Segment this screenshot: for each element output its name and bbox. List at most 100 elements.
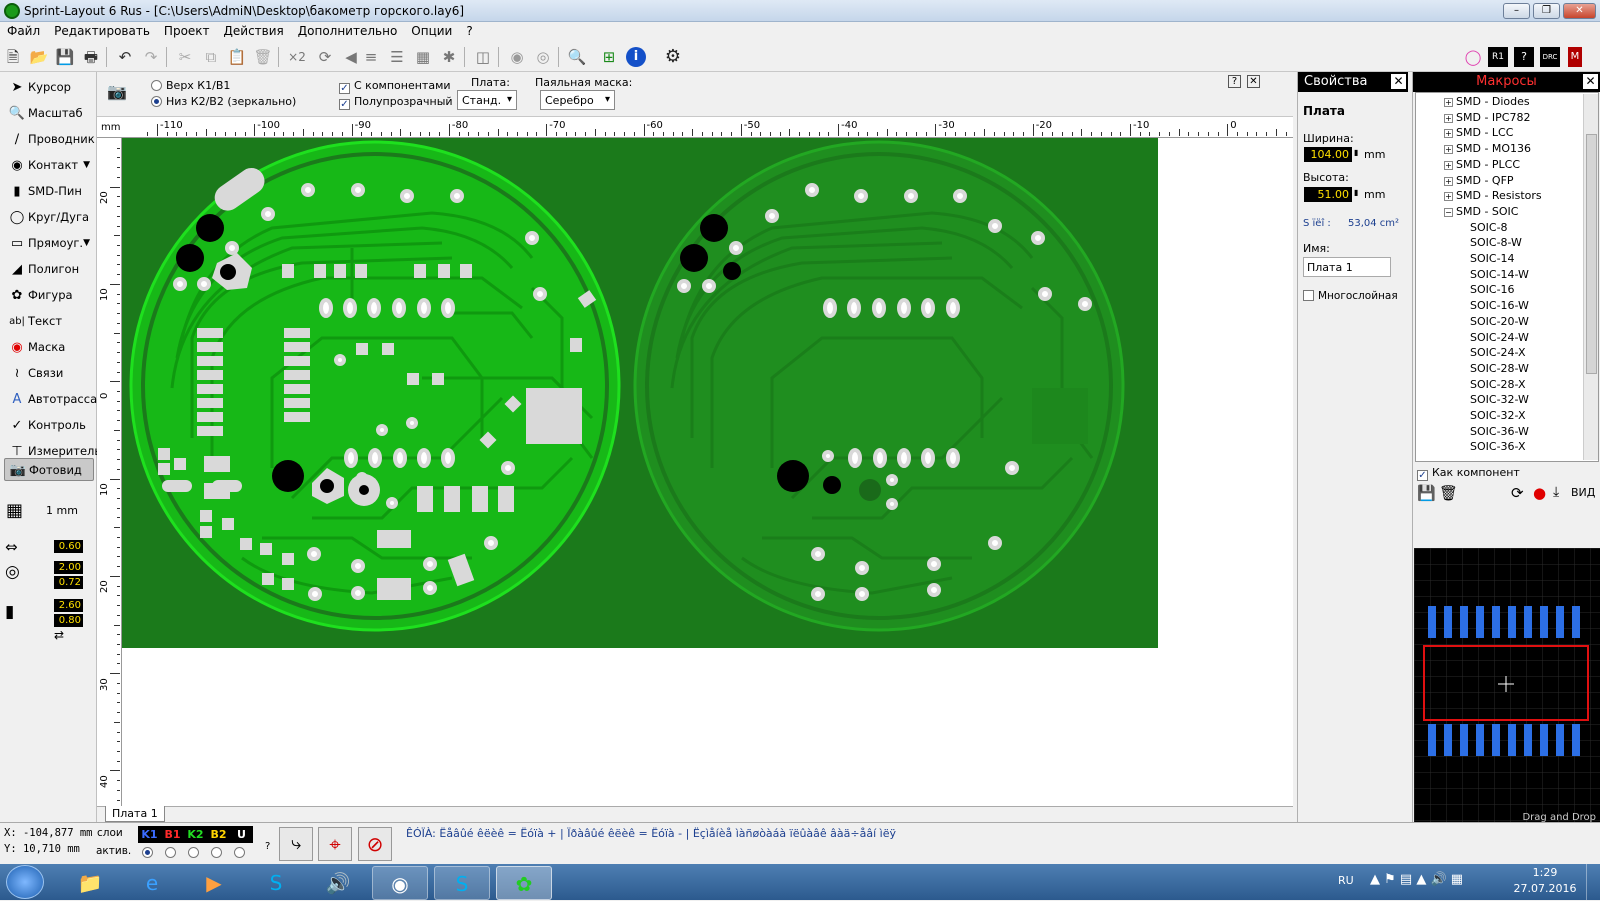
circle-tool-icon[interactable]: ◯	[1462, 46, 1484, 68]
pad-inner-value[interactable]: 0.72	[54, 576, 83, 589]
ie-browser-icon[interactable]: e	[124, 866, 180, 900]
clock-date[interactable]: 27.07.2016	[1512, 882, 1578, 895]
smd-height-value[interactable]: 0.80	[54, 614, 83, 627]
menu-project[interactable]: Проект	[157, 22, 217, 38]
settings-gear-icon[interactable]: ⚙	[662, 46, 684, 68]
duplicate-button[interactable]: ×2	[286, 46, 308, 68]
maximize-button[interactable]: ❐	[1533, 3, 1560, 19]
tree-scrollbar[interactable]	[1583, 94, 1598, 460]
close-button[interactable]: ✕	[1563, 3, 1596, 19]
rotate-macro-icon[interactable]: ⟳	[1511, 484, 1524, 502]
menu-extra[interactable]: Дополнительно	[291, 22, 405, 38]
macro-leaf[interactable]: SOIC-16	[1470, 283, 1515, 296]
distribute-icon[interactable]: ☰	[386, 46, 408, 68]
side-bottom-radio[interactable]: Низ К2/В2 (зеркально)	[151, 95, 296, 108]
tool-circle[interactable]: ◯ Круг/Дуга	[4, 206, 94, 229]
semi-transparent-checkbox[interactable]: ✓ Полупрозрачный	[339, 95, 453, 110]
group-icon[interactable]: ▦	[412, 46, 434, 68]
macro-leaf[interactable]: SOIC-24-W	[1470, 331, 1529, 344]
route-mode-icon[interactable]: ⤷	[279, 827, 313, 861]
print-icon[interactable]: 🖶	[80, 46, 102, 68]
with-components-checkbox[interactable]: ✓ С компонентами	[339, 79, 451, 94]
macro-folder[interactable]: + SMD - QFP	[1444, 174, 1514, 187]
expand-icon[interactable]: +	[1444, 160, 1453, 170]
tool-autoroute[interactable]: A Автотрасса	[4, 388, 98, 411]
menu-help[interactable]: ?	[459, 22, 479, 38]
active-b2-radio[interactable]	[211, 847, 222, 858]
macro-leaf[interactable]: SOIC-14	[1470, 252, 1515, 265]
board-name-field[interactable]: Плата 1	[1303, 257, 1391, 277]
tool-test[interactable]: ✓ Контроль	[4, 414, 94, 437]
macro-leaf[interactable]: SOIC-32-W	[1470, 393, 1529, 406]
width-spinner[interactable]: ▮	[1354, 148, 1358, 157]
language-indicator[interactable]: RU	[1338, 874, 1354, 887]
macro-leaf[interactable]: SOIC-16-W	[1470, 299, 1529, 312]
sound-app-icon[interactable]: 🔊	[310, 866, 366, 900]
expand-icon[interactable]: +	[1444, 192, 1453, 202]
layer-k2[interactable]: K2	[184, 826, 207, 843]
layer-k1[interactable]: K1	[138, 826, 161, 843]
delete-icon[interactable]: 🗑	[252, 46, 274, 68]
macro-folder[interactable]: + SMD - MO136	[1444, 142, 1531, 155]
record-icon[interactable]: ●	[1533, 484, 1546, 502]
paste-icon[interactable]: 📋	[226, 46, 248, 68]
delete-macro-icon[interactable]: 🗑	[1439, 484, 1458, 502]
show-desktop-button[interactable]	[1586, 864, 1600, 900]
tool-figure[interactable]: ✿ Фигура	[4, 284, 94, 307]
info-icon[interactable]: i	[626, 47, 646, 67]
tab-board-1[interactable]: Плата 1	[105, 806, 165, 822]
tool-cursor[interactable]: ➤ Курсор	[4, 76, 94, 99]
macro-leaf[interactable]: SOIC-32-X	[1470, 409, 1526, 422]
grid-size[interactable]: 1 mm	[46, 504, 78, 517]
zoom-icon[interactable]: 🔍	[566, 46, 588, 68]
macro-folder[interactable]: + SMD - IPC782	[1444, 111, 1530, 124]
lock-icon[interactable]: ◉	[506, 46, 528, 68]
tool-polygon[interactable]: ◢ Полигон	[4, 258, 94, 281]
macro-folder[interactable]: − SMD - SOIC	[1444, 205, 1518, 218]
chrome-icon[interactable]: ◉	[372, 866, 428, 900]
as-component-checkbox[interactable]: ✓ Как компонент	[1417, 466, 1520, 481]
swap-icon[interactable]: ⇄	[54, 628, 64, 642]
macro-leaf[interactable]: SOIC-8	[1470, 221, 1508, 234]
layers-help[interactable]: ?	[265, 841, 270, 852]
macro-leaf[interactable]: SOIC-24-X	[1470, 346, 1526, 359]
board-width-field[interactable]: 104.00	[1304, 147, 1352, 162]
explorer-icon[interactable]: 📁	[62, 866, 118, 900]
tool-smd-pad[interactable]: ▮ SMD-Пин	[4, 180, 94, 203]
layer-b2[interactable]: B2	[207, 826, 230, 843]
minimize-button[interactable]: –	[1503, 3, 1530, 19]
help-check-icon[interactable]: ?	[1514, 47, 1534, 67]
macro-leaf[interactable]: SOIC-36-W	[1470, 425, 1529, 438]
macro-leaf[interactable]: SOIC-20-W	[1470, 315, 1529, 328]
macro-leaf[interactable]: SOIC-14-W	[1470, 268, 1529, 281]
active-b1-radio[interactable]	[165, 847, 176, 858]
r1-icon[interactable]: R1	[1488, 47, 1508, 67]
sprint-layout-taskbar-icon[interactable]: ✿	[496, 866, 552, 900]
height-spinner[interactable]: ▮	[1354, 188, 1358, 197]
snap-icon[interactable]: ✱	[438, 46, 460, 68]
help-button[interactable]: ?	[1228, 75, 1241, 88]
unlock-icon[interactable]: ◎	[532, 46, 554, 68]
macro-leaf[interactable]: SOIC-8-W	[1470, 236, 1522, 249]
open-folder-icon[interactable]: 📂	[28, 46, 50, 68]
layer-b1[interactable]: B1	[161, 826, 184, 843]
macro-folder[interactable]: + SMD - Resistors	[1444, 189, 1542, 202]
view-button[interactable]: ВИД	[1571, 486, 1595, 499]
side-top-radio[interactable]: Верх К1/В1	[151, 79, 230, 92]
pcb-board[interactable]	[122, 138, 1158, 648]
drc-icon[interactable]: DRC	[1540, 47, 1560, 67]
macro-leaf[interactable]: SOIC-36-X	[1470, 440, 1526, 453]
macro-preview[interactable]: Drag and Drop	[1414, 548, 1600, 826]
menu-edit[interactable]: Редактировать	[47, 22, 157, 38]
macro-tree[interactable]: + SMD - Diodes + SMD - IPC782 + SMD - LCC + SMD…	[1415, 92, 1599, 462]
skype-window-icon[interactable]: S	[434, 866, 490, 900]
cut-icon[interactable]: ✂	[174, 46, 196, 68]
rubberband-off-icon[interactable]: ⊘	[358, 827, 392, 861]
start-button[interactable]	[6, 865, 44, 899]
copy-icon[interactable]: ⧉	[200, 46, 222, 68]
mirror-icon[interactable]: ◀	[340, 46, 362, 68]
expand-icon[interactable]: +	[1444, 98, 1453, 107]
crop-icon[interactable]: ⊞	[598, 46, 620, 68]
save-icon[interactable]: 💾	[54, 46, 76, 68]
new-file-icon[interactable]: 🗎	[2, 46, 24, 68]
